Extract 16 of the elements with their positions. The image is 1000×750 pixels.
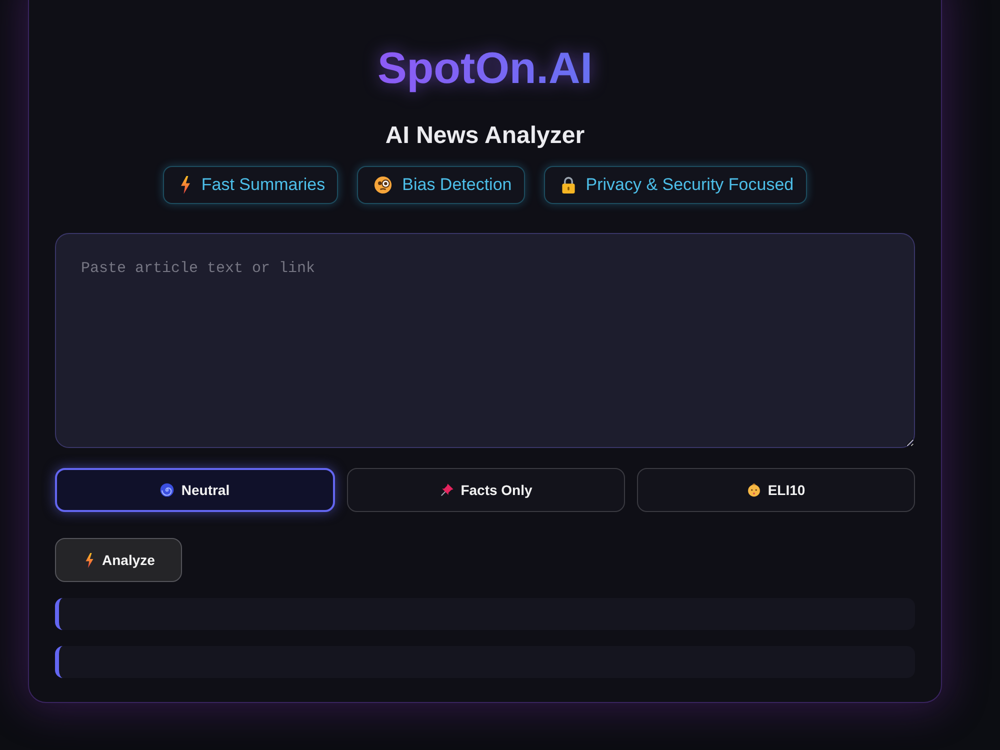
article-input[interactable]: Paste article text or link: [55, 233, 915, 448]
mode-button[interactable]: Neutral: [55, 468, 335, 512]
lock-icon: [560, 176, 576, 194]
lightning-icon: [85, 552, 94, 568]
feature-badge: Privacy & Security Focused: [544, 166, 807, 204]
monocle-face-icon: [374, 176, 392, 194]
analyze-button[interactable]: Analyze: [55, 538, 182, 582]
mode-button[interactable]: ELI10: [637, 468, 915, 512]
feature-badge: Bias Detection: [357, 166, 525, 204]
pushpin-icon: [440, 483, 454, 497]
spiral-icon: [160, 483, 174, 497]
mode-button[interactable]: Facts Only: [347, 468, 625, 512]
lightning-icon: [180, 176, 192, 194]
feature-badge: Fast Summaries: [163, 166, 338, 204]
app-subtitle: AI News Analyzer: [385, 121, 585, 151]
baby-face-icon: [746, 483, 761, 497]
